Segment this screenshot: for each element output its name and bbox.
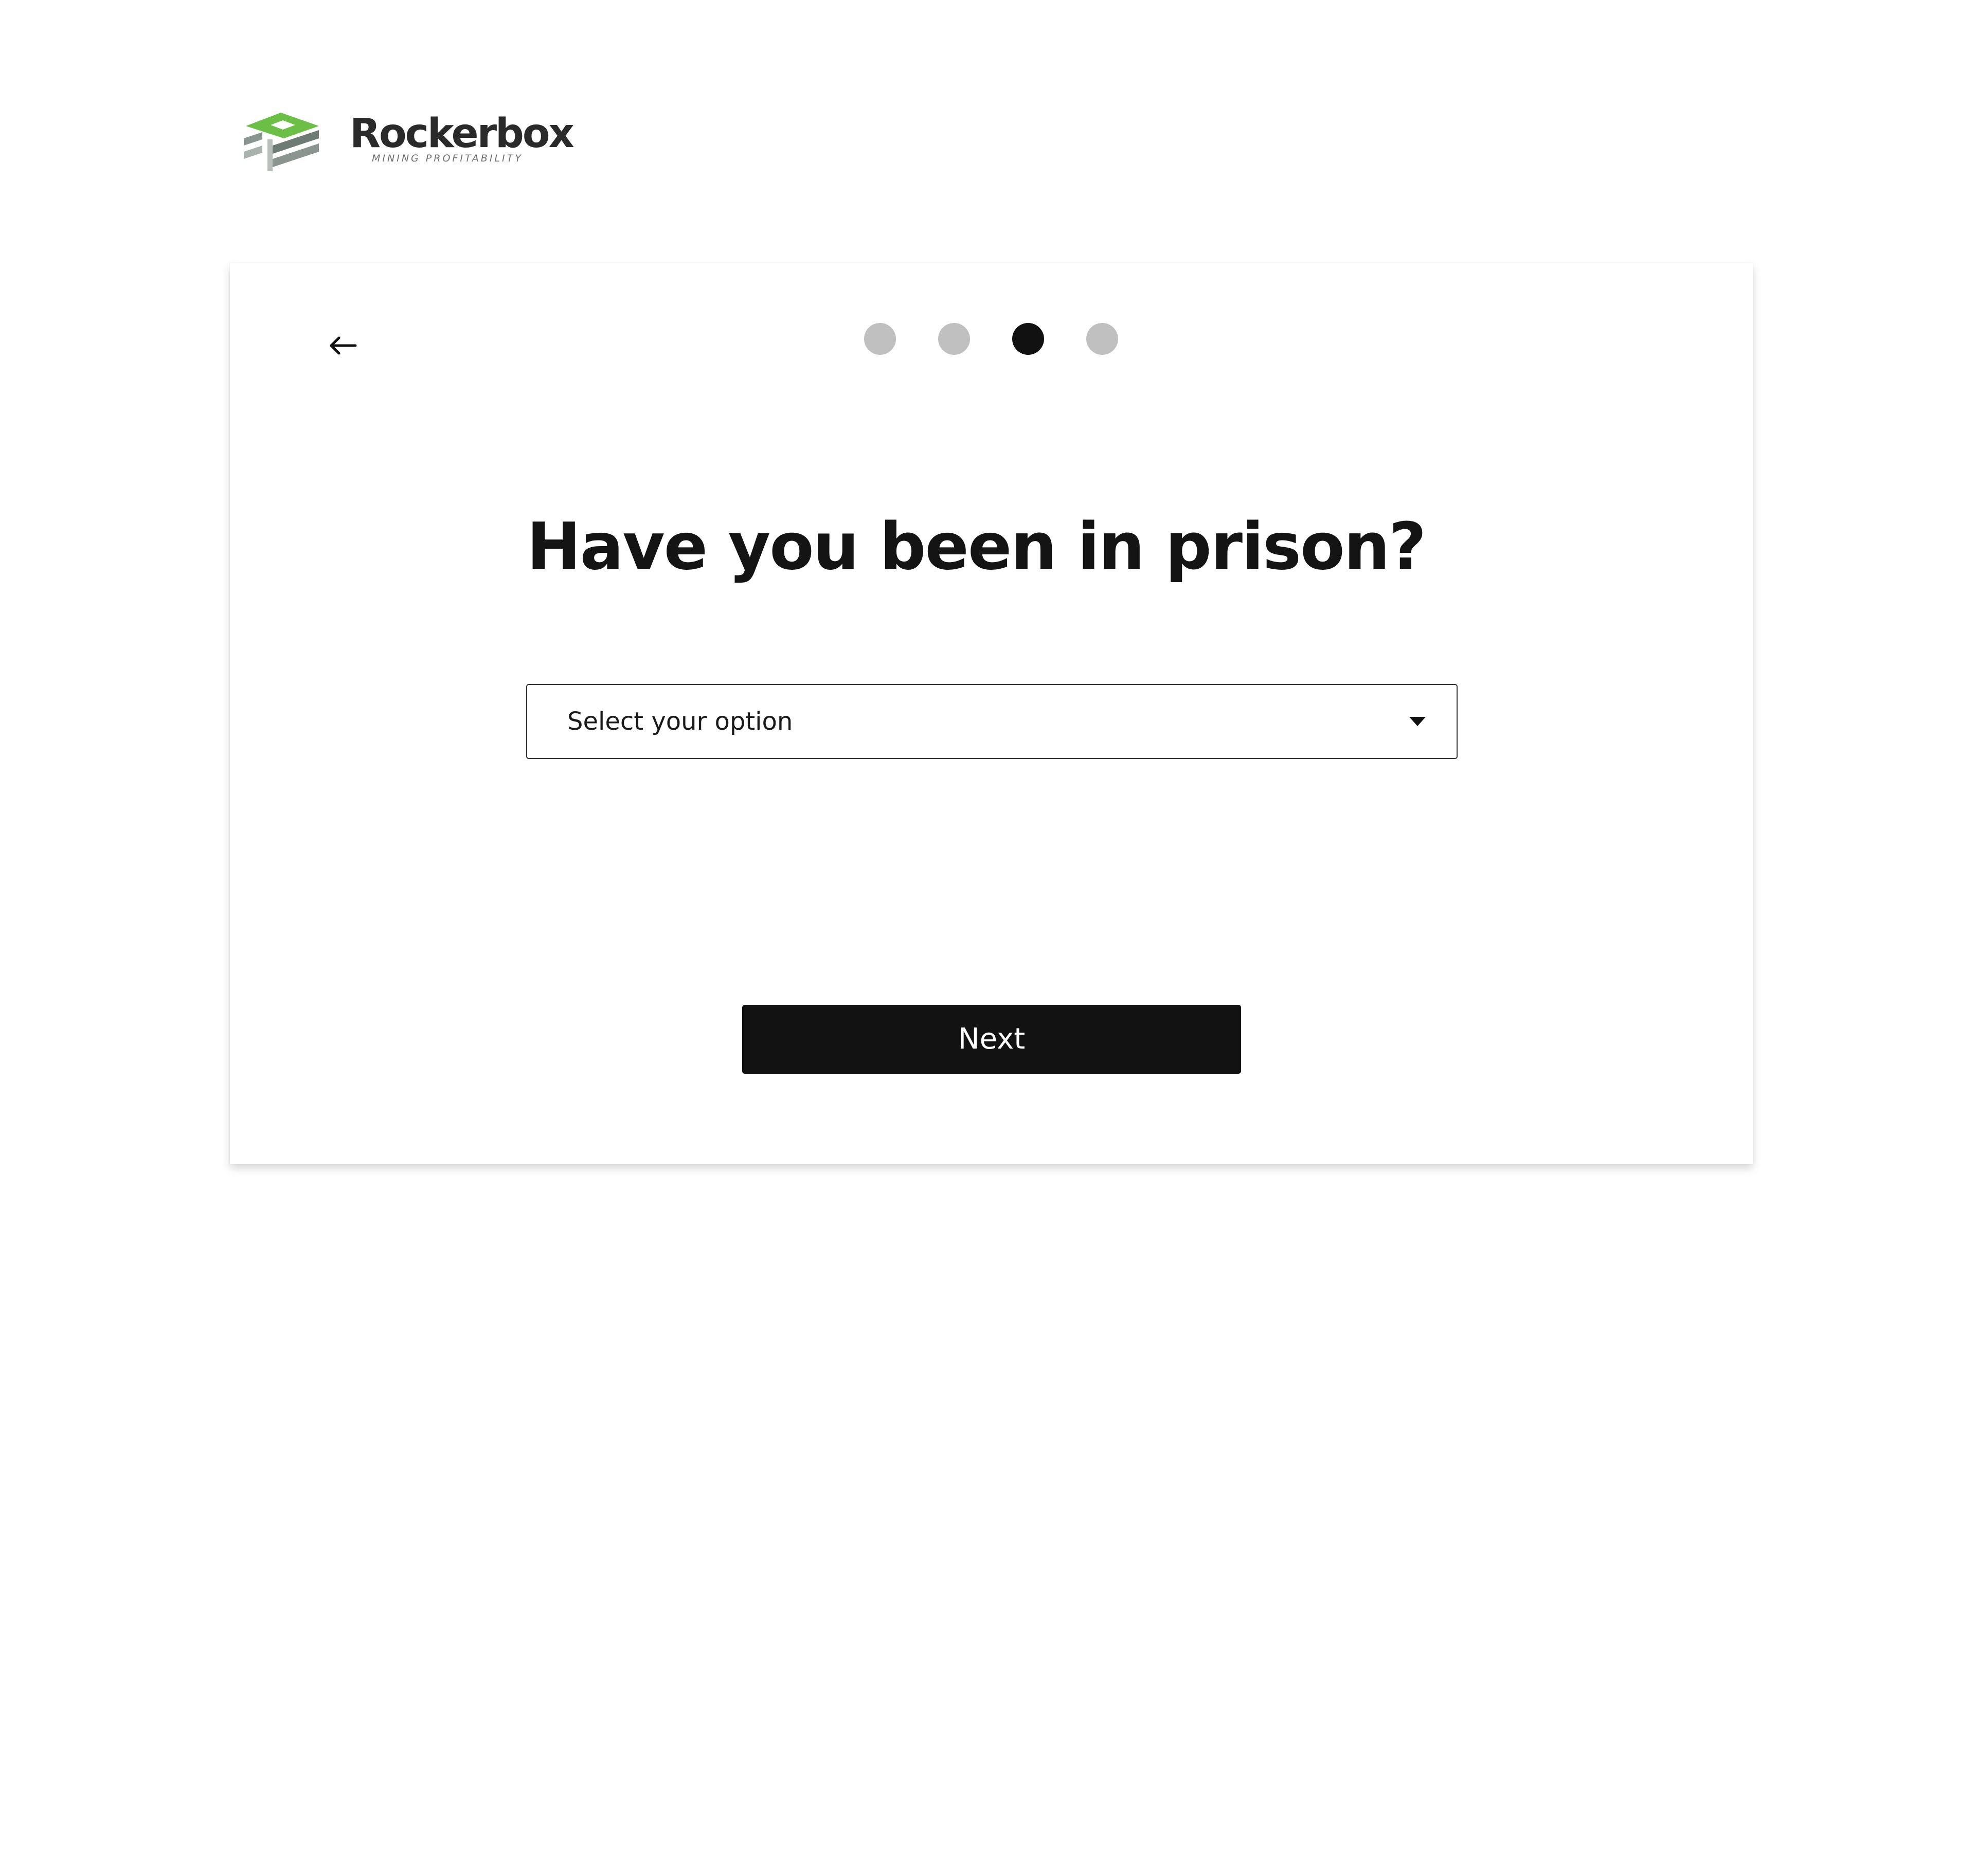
brand-name: Rockerbox — [350, 111, 574, 157]
step-dot-4 — [1086, 323, 1118, 355]
option-select[interactable]: Select your option — [526, 684, 1458, 759]
logo: Rockerbox MINING PROFITABILITY — [242, 111, 574, 172]
step-indicator — [864, 323, 1118, 355]
arrow-left-icon — [330, 336, 357, 355]
caret-down-icon — [1409, 717, 1426, 726]
step-dot-2 — [938, 323, 970, 355]
step-dot-3 — [1012, 323, 1044, 355]
question-title: Have you been in prison? — [527, 509, 1426, 584]
step-dot-1 — [864, 323, 896, 355]
question-card: Have you been in prison? Select your opt… — [230, 263, 1753, 1164]
next-button[interactable]: Next — [742, 1005, 1241, 1074]
back-button[interactable] — [320, 322, 366, 369]
select-placeholder: Select your option — [567, 707, 793, 736]
logo-mark-icon — [244, 113, 319, 171]
brand-tagline: MINING PROFITABILITY — [372, 153, 523, 164]
